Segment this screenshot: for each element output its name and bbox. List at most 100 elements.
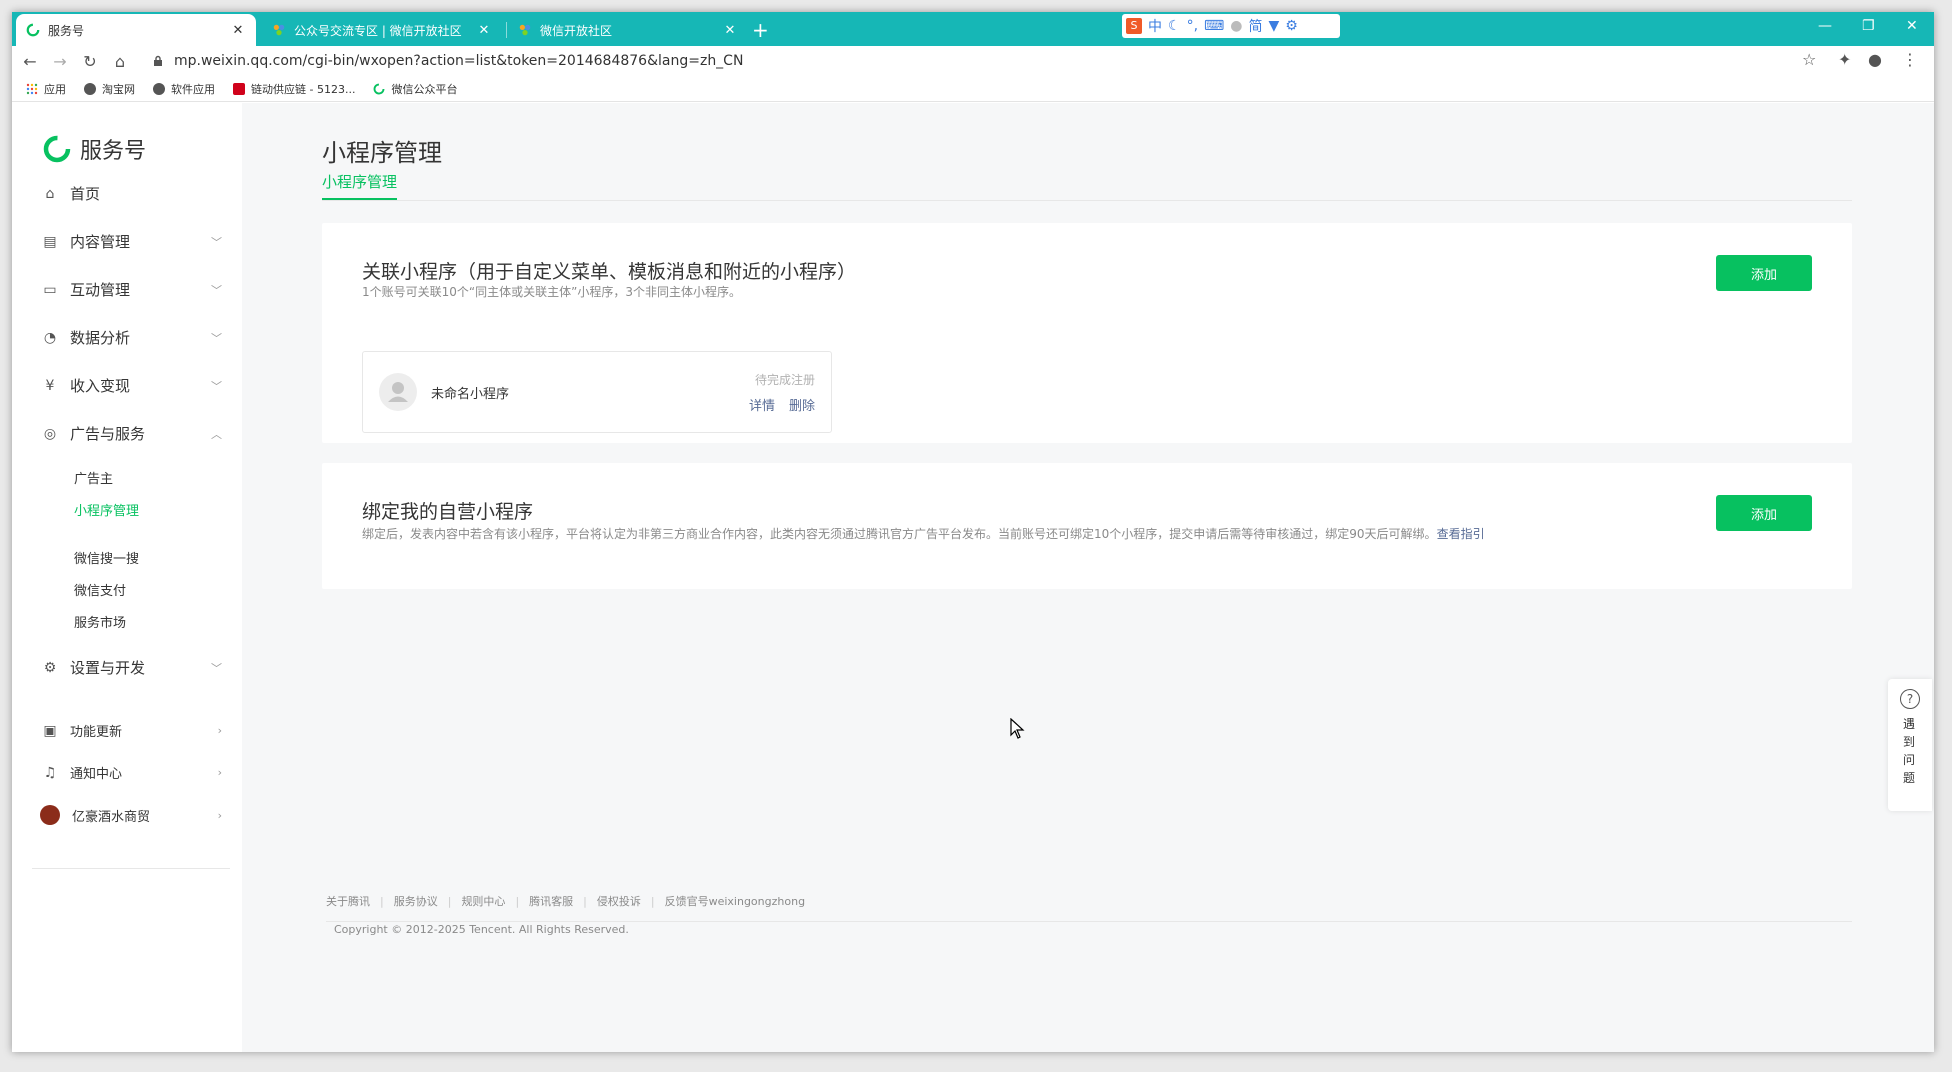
user-icon[interactable]: ●	[1230, 18, 1242, 34]
add-own-miniprogram-button[interactable]: 添加	[1716, 495, 1812, 531]
miniprogram-name: 未命名小程序	[431, 387, 510, 402]
yen-icon: ¥	[45, 377, 55, 394]
miniprogram-actions: 详情 删除	[749, 395, 815, 414]
sidebar-item-ads-services[interactable]: ◎ 广告与服务 ︿	[42, 423, 222, 444]
sidebar-item-interaction[interactable]: ▭ 互动管理 ﹀	[42, 279, 222, 300]
copyright: Copyright © 2012-2025 Tencent. All Right…	[334, 923, 629, 936]
card-desc: 绑定后，发表内容中若含有该小程序，平台将认定为非第三方商业合作内容，此类内容无须…	[362, 525, 1632, 544]
view-guide-link[interactable]: 查看指引	[1437, 527, 1485, 541]
gear-icon: ⚙	[43, 659, 57, 676]
help-float-button[interactable]: ? 遇到问题	[1888, 679, 1932, 811]
restore-button[interactable]: ❐	[1862, 18, 1875, 34]
ime-toolbar[interactable]: S 中 ☾ °, ⌨ ● 简 ▼ ⚙	[1122, 14, 1340, 38]
brand[interactable]: 服务号	[42, 133, 146, 165]
add-linked-miniprogram-button[interactable]: 添加	[1716, 255, 1812, 291]
keyboard-icon[interactable]: ⌨	[1204, 18, 1224, 34]
forward-arrow-icon[interactable]: →	[48, 52, 72, 71]
miniprogram-status: 待完成注册	[754, 373, 815, 387]
sidebar-item-home[interactable]: ⌂ 首页	[42, 183, 222, 204]
tab-community-zone[interactable]: 公众号交流专区 | 微信开放社区 ✕	[262, 14, 502, 46]
bookmark-label: 淘宝网	[102, 82, 135, 96]
shirt-icon[interactable]: ▼	[1268, 18, 1279, 34]
footer-link[interactable]: 侵权投诉	[597, 893, 641, 909]
close-window-button[interactable]: ✕	[1906, 18, 1918, 34]
card-title: 绑定我的自营小程序	[362, 501, 534, 523]
new-tab-button[interactable]: +	[752, 18, 769, 42]
chevron-right-icon: ›	[217, 766, 222, 779]
tab-miniprogram-management[interactable]: 小程序管理	[322, 171, 398, 200]
sidebar-item-label: 广告与服务	[70, 425, 146, 443]
sidebar-item-settings[interactable]: ⚙ 设置与开发 ﹀	[42, 657, 222, 678]
person-placeholder-icon	[388, 382, 408, 402]
home-icon[interactable]: ⌂	[108, 52, 132, 71]
delete-link[interactable]: 删除	[789, 395, 815, 414]
extensions-icon[interactable]: ✦	[1838, 50, 1851, 69]
star-icon[interactable]: ☆	[1802, 50, 1816, 69]
footer-link[interactable]: 反馈官号weixingongzhong	[665, 893, 805, 909]
tab-label: 服务号	[48, 23, 85, 38]
sogou-logo-icon: S	[1126, 18, 1142, 34]
bookmark-supply-chain[interactable]: 链动供应链 - 5123...	[233, 81, 355, 97]
sidebar-item-analytics[interactable]: ◔ 数据分析 ﹀	[42, 327, 222, 348]
back-arrow-icon[interactable]: ←	[18, 52, 42, 71]
main-area: 小程序管理 小程序管理 关联小程序（用于自定义菜单、模板消息和附近的小程序） 1…	[322, 103, 1852, 1052]
sidebar-account[interactable]: 亿豪酒水商贸 ›	[40, 805, 222, 825]
sidebar-item-updates[interactable]: ▣ 功能更新 ›	[42, 721, 222, 741]
chevron-up-icon: ︿	[211, 427, 222, 441]
bookmark-software[interactable]: 软件应用	[153, 81, 215, 97]
chevron-right-icon: ›	[217, 808, 222, 822]
sidebar-item-monetization[interactable]: ¥ 收入变现 ﹀	[42, 375, 222, 396]
pie-icon: ◔	[43, 329, 57, 346]
sidebar-item-label: 内容管理	[70, 233, 131, 251]
sidebar-sub-market[interactable]: 服务市场	[74, 612, 126, 631]
close-icon[interactable]: ✕	[230, 23, 246, 38]
gear-icon[interactable]: ⚙	[1285, 18, 1298, 34]
sidebar-sub-search[interactable]: 微信搜一搜	[74, 548, 139, 567]
detail-link[interactable]: 详情	[749, 395, 775, 414]
footer-link[interactable]: 规则中心	[461, 893, 505, 909]
reload-icon[interactable]: ↻	[78, 52, 102, 71]
footer-link[interactable]: 服务协议	[394, 893, 438, 909]
help-text: 遇到问题	[1903, 717, 1916, 785]
address-bar[interactable]: mp.weixin.qq.com/cgi-bin/wxopen?action=l…	[152, 48, 1802, 74]
lock-icon	[154, 55, 162, 66]
profile-icon[interactable]: ●	[1868, 50, 1882, 69]
bookmark-wechat-mp[interactable]: 微信公众平台	[373, 81, 457, 97]
sidebar-sub-advertiser[interactable]: 广告主	[74, 468, 113, 487]
bookmark-taobao[interactable]: 淘宝网	[84, 81, 135, 97]
tab-service-account[interactable]: 服务号 ✕	[16, 14, 256, 46]
bookmark-label: 应用	[44, 82, 66, 96]
compass-icon: ◎	[43, 425, 57, 442]
mouse-cursor-icon	[1010, 718, 1025, 739]
bookmark-apps[interactable]: 应用	[26, 81, 66, 97]
chevron-down-icon: ﹀	[211, 661, 222, 675]
chevron-down-icon: ﹀	[211, 331, 222, 345]
chat-icon: ▭	[43, 281, 57, 298]
moon-icon[interactable]: ☾	[1168, 18, 1181, 34]
sidebar-item-label: 互动管理	[70, 281, 131, 299]
subtabs: 小程序管理	[322, 171, 1852, 201]
wechat-mp-icon	[374, 83, 385, 94]
chevron-right-icon: ›	[217, 724, 222, 737]
sidebar-item-notifications[interactable]: ♫ 通知中心 ›	[42, 763, 222, 783]
chevron-down-icon: ﹀	[211, 283, 222, 297]
ime-mode-label[interactable]: 中	[1148, 16, 1162, 36]
avatar	[40, 805, 60, 825]
close-icon[interactable]: ✕	[722, 23, 738, 38]
punctuation-icon[interactable]: °,	[1187, 18, 1198, 34]
sidebar-sub-pay[interactable]: 微信支付	[74, 580, 126, 599]
page-content: 服务号 ⌂ 首页 ▤ 内容管理 ﹀ ▭ 互动管理 ﹀ ◔ 数据分析 ﹀ ¥ 收入…	[12, 103, 1934, 1052]
footer-divider	[326, 921, 1852, 922]
footer-link[interactable]: 关于腾讯	[326, 893, 370, 909]
sidebar-item-content[interactable]: ▤ 内容管理 ﹀	[42, 231, 222, 252]
community-icon	[273, 24, 285, 36]
footer-link[interactable]: 腾讯客服	[529, 893, 573, 909]
sidebar-sub-miniprogram[interactable]: 小程序管理	[74, 500, 139, 519]
close-icon[interactable]: ✕	[476, 23, 492, 38]
bookmark-label: 软件应用	[171, 82, 215, 96]
minimize-button[interactable]: —	[1818, 18, 1832, 34]
browser-tabbar: 服务号 ✕ 公众号交流专区 | 微信开放社区 ✕ 微信开放社区 ✕ + S 中 …	[12, 12, 1934, 46]
ime-simplified-label[interactable]: 简	[1248, 16, 1262, 36]
tab-open-community[interactable]: 微信开放社区 ✕	[508, 14, 748, 46]
menu-dots-icon[interactable]: ⋮	[1902, 50, 1918, 69]
